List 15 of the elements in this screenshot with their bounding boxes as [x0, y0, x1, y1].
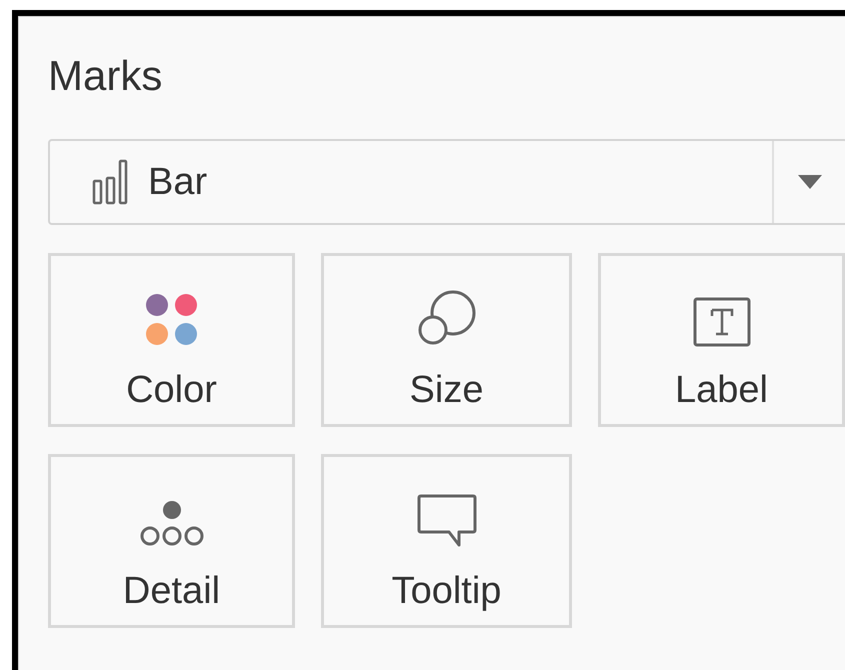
- mark-type-dropdown[interactable]: Bar: [48, 139, 845, 225]
- mark-card-button[interactable]: Color: [48, 253, 295, 427]
- mark-card-button[interactable]: Size: [321, 253, 572, 427]
- bar-chart-icon: [92, 159, 128, 205]
- color-dots-icon: [144, 292, 198, 346]
- detail-dots-icon: [140, 500, 204, 548]
- panel-title: Marks: [48, 55, 162, 97]
- caret-icon: [798, 175, 822, 189]
- text-box-icon: [692, 296, 750, 346]
- speech-bubble-icon: [416, 494, 476, 548]
- mark-card-button[interactable]: Tooltip: [321, 454, 572, 628]
- mark-type-value: Bar: [148, 160, 208, 204]
- mark-card-button[interactable]: Detail: [48, 454, 295, 628]
- size-circles-icon: [416, 288, 476, 346]
- mark-card-button[interactable]: Label: [598, 253, 845, 427]
